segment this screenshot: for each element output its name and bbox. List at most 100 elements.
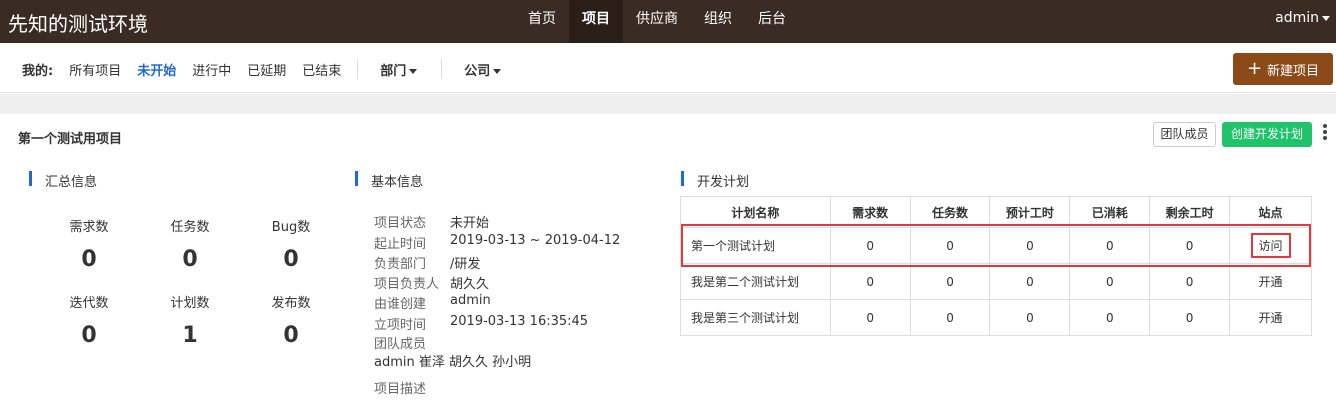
divider bbox=[357, 59, 359, 79]
info-key: 起止时间 bbox=[374, 237, 427, 252]
new-project-button[interactable]: + 新建项目 bbox=[1233, 53, 1333, 85]
table-cell: 0 bbox=[989, 227, 1071, 264]
plan-name[interactable]: 第一个测试计划 bbox=[680, 227, 831, 264]
stat-label: 计划数 bbox=[170, 296, 210, 311]
table-row: 第一个测试计划 0 0 0 0 0 访问 bbox=[680, 227, 1312, 264]
table-row: 我是第二个测试计划 0 0 0 0 0 开通 bbox=[680, 263, 1312, 300]
plan-name[interactable]: 我是第二个测试计划 bbox=[680, 263, 831, 300]
table-cell: 0 bbox=[1069, 227, 1151, 264]
filter-in-progress[interactable]: 进行中 bbox=[192, 60, 231, 79]
chevron-down-icon bbox=[493, 68, 502, 74]
stat-value: 0 bbox=[283, 323, 299, 348]
company-dropdown[interactable]: 公司 bbox=[464, 60, 502, 79]
table-cell: 0 bbox=[1149, 263, 1231, 300]
user-menu[interactable]: admin bbox=[1275, 10, 1330, 26]
plus-icon: + bbox=[1246, 58, 1263, 79]
table-cell: 0 bbox=[1069, 299, 1151, 336]
dept-dropdown[interactable]: 部门 bbox=[380, 60, 418, 79]
filter-delayed[interactable]: 已延期 bbox=[247, 60, 286, 79]
project-desc-label: 项目描述 bbox=[374, 382, 427, 397]
table-row: 我是第三个测试计划 0 0 0 0 0 开通 bbox=[680, 299, 1312, 336]
table-cell: 0 bbox=[829, 299, 911, 336]
table-header-row: 计划名称 需求数 任务数 预计工时 已消耗 剩余工时 站点 bbox=[680, 196, 1312, 228]
info-value: /研发 bbox=[450, 257, 481, 272]
top-navbar: 先知的测试环境 首页 项目 供应商 组织 后台 admin bbox=[0, 0, 1336, 43]
table-cell: 0 bbox=[909, 299, 991, 336]
stat-label: Bug数 bbox=[271, 220, 311, 235]
filter-label: 我的: bbox=[22, 63, 54, 79]
stat-plans: 计划数 1 bbox=[150, 292, 230, 348]
filter-finished[interactable]: 已结束 bbox=[302, 60, 341, 79]
open-link[interactable]: 开通 bbox=[1229, 299, 1312, 336]
table-cell: 0 bbox=[1149, 299, 1231, 336]
table-cell: 0 bbox=[909, 227, 991, 264]
table-cell: 0 bbox=[829, 227, 911, 264]
divider bbox=[441, 59, 443, 79]
plan-section-title: 开发计划 bbox=[681, 171, 749, 190]
table-cell: 0 bbox=[909, 263, 991, 300]
more-vertical-icon[interactable] bbox=[1322, 124, 1328, 144]
team-members-label: 团队成员 bbox=[374, 337, 427, 352]
column-header: 需求数 bbox=[829, 196, 911, 228]
dept-dropdown-label: 部门 bbox=[380, 63, 407, 79]
nav-backend[interactable]: 后台 bbox=[745, 0, 799, 43]
column-header: 预计工时 bbox=[989, 196, 1071, 228]
stat-label: 发布数 bbox=[271, 296, 311, 311]
brand-title[interactable]: 先知的测试环境 bbox=[8, 8, 148, 37]
nav-home[interactable]: 首页 bbox=[515, 0, 569, 43]
team-members-button[interactable]: 团队成员 bbox=[1153, 122, 1216, 147]
stat-releases: 发布数 0 bbox=[251, 292, 331, 348]
summary-section-title: 汇总信息 bbox=[29, 171, 97, 190]
plan-table: 计划名称 需求数 任务数 预计工时 已消耗 剩余工时 站点 第一个测试计划 0 … bbox=[680, 196, 1312, 336]
info-key: 项目状态 bbox=[374, 216, 427, 231]
open-link[interactable]: 开通 bbox=[1229, 263, 1312, 300]
info-value: 2019-03-13 ~ 2019-04-12 bbox=[450, 233, 621, 248]
main-nav: 首页 项目 供应商 组织 后台 bbox=[515, 0, 799, 43]
column-header: 任务数 bbox=[909, 196, 991, 228]
chevron-down-icon bbox=[1322, 15, 1330, 21]
company-dropdown-label: 公司 bbox=[464, 63, 491, 79]
nav-suppliers[interactable]: 供应商 bbox=[623, 0, 691, 43]
stat-label: 迭代数 bbox=[69, 296, 109, 311]
basic-info-section-title: 基本信息 bbox=[355, 171, 423, 190]
table-cell: 访问 bbox=[1229, 227, 1312, 264]
table-cell: 0 bbox=[1149, 227, 1231, 264]
user-name: admin bbox=[1275, 10, 1319, 26]
nav-projects[interactable]: 项目 bbox=[569, 0, 623, 43]
stat-value: 0 bbox=[283, 247, 299, 272]
visit-link[interactable]: 访问 bbox=[1250, 233, 1291, 258]
nav-organization[interactable]: 组织 bbox=[691, 0, 745, 43]
project-panel: 第一个测试用项目 团队成员 创建开发计划 汇总信息 需求数 0 任务数 0 Bu… bbox=[0, 114, 1336, 400]
column-header: 计划名称 bbox=[680, 196, 831, 228]
stat-bugs: Bug数 0 bbox=[251, 216, 331, 272]
filter-not-started[interactable]: 未开始 bbox=[137, 60, 176, 79]
info-value: 胡久久 bbox=[450, 277, 490, 292]
section-separator bbox=[0, 94, 1336, 114]
stat-value: 0 bbox=[81, 247, 97, 272]
table-cell: 0 bbox=[829, 263, 911, 300]
info-key: 负责部门 bbox=[374, 257, 427, 272]
filter-all[interactable]: 所有项目 bbox=[69, 60, 121, 79]
table-cell: 0 bbox=[989, 263, 1071, 300]
info-value: admin bbox=[450, 293, 491, 308]
stat-tasks: 任务数 0 bbox=[150, 216, 230, 272]
team-members-value: admin 崔泽 胡久久 孙小明 bbox=[374, 355, 532, 370]
stat-label: 需求数 bbox=[69, 220, 109, 235]
info-value: 2019-03-13 16:35:45 bbox=[450, 314, 589, 329]
info-key: 立项时间 bbox=[374, 318, 427, 333]
table-cell: 0 bbox=[989, 299, 1071, 336]
stat-stories: 需求数 0 bbox=[49, 216, 129, 272]
info-key: 由谁创建 bbox=[374, 297, 427, 312]
column-header: 剩余工时 bbox=[1149, 196, 1231, 228]
create-plan-button[interactable]: 创建开发计划 bbox=[1222, 122, 1312, 147]
column-header: 已消耗 bbox=[1069, 196, 1151, 228]
filter-bar: 我的: 所有项目 未开始 进行中 已延期 已结束 部门 公司 + 新建项目 bbox=[0, 43, 1336, 93]
column-header: 站点 bbox=[1229, 196, 1312, 228]
stat-value: 0 bbox=[81, 323, 97, 348]
stat-label: 任务数 bbox=[170, 220, 210, 235]
table-cell: 0 bbox=[1069, 263, 1151, 300]
stat-value: 1 bbox=[182, 323, 198, 348]
plan-name[interactable]: 我是第三个测试计划 bbox=[680, 299, 831, 336]
project-title: 第一个测试用项目 bbox=[18, 132, 123, 147]
chevron-down-icon bbox=[409, 68, 418, 74]
